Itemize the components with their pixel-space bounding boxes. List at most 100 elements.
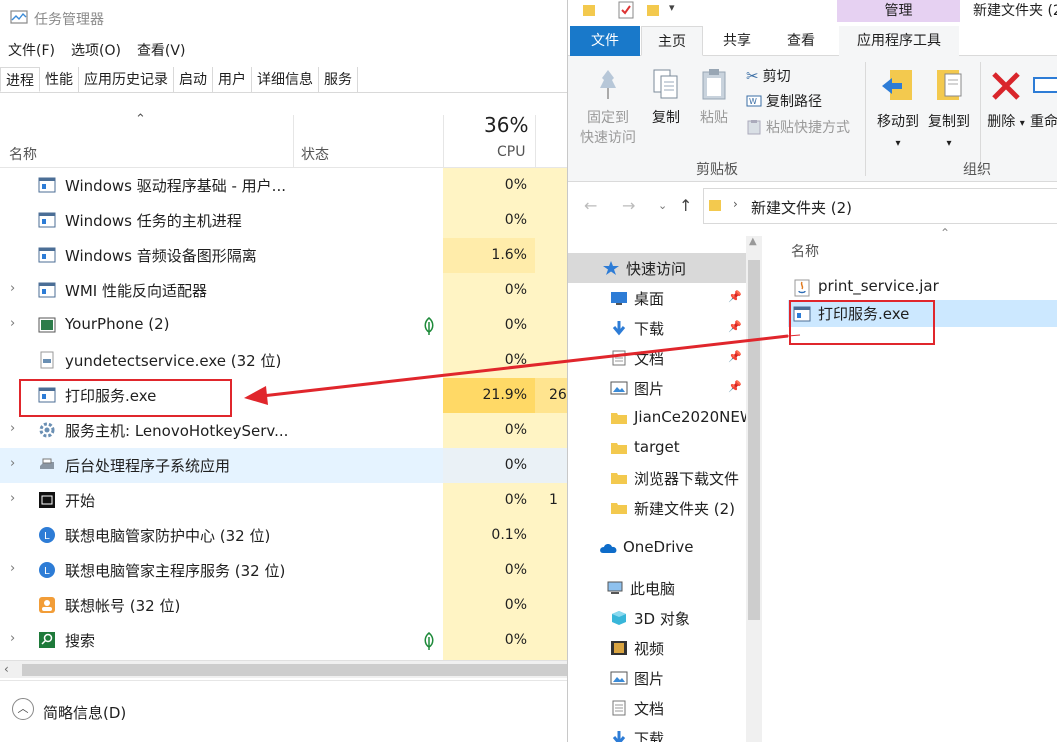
rename-button[interactable]: 重命 (1030, 66, 1057, 132)
tab-application-tools[interactable]: 应用程序工具 (839, 26, 959, 56)
nav-item[interactable]: target (568, 433, 746, 463)
copy-label: 复制 (652, 110, 680, 126)
breadcrumb-chevron-icon[interactable]: › (733, 197, 738, 211)
tab-startup[interactable]: 启动 (174, 67, 213, 92)
paste-shortcut-label: 粘贴快捷方式 (766, 120, 850, 136)
forward-arrow-icon[interactable]: → (622, 196, 635, 215)
paste-shortcut-button[interactable]: 粘贴快捷方式 (746, 117, 850, 137)
tab-users[interactable]: 用户 (213, 67, 252, 92)
paste-button[interactable]: 粘贴 (692, 66, 736, 128)
column-name-header[interactable]: 名称 (791, 241, 819, 261)
tab-share[interactable]: 共享 (708, 26, 766, 56)
nav-item[interactable]: 图片 (568, 663, 746, 693)
tab-view[interactable]: 查看 (772, 26, 830, 56)
chevron-right-icon[interactable]: › (10, 561, 15, 576)
column-divider[interactable] (293, 115, 294, 167)
recent-locations-icon[interactable]: ⌄ (658, 199, 667, 212)
nav-item[interactable]: 文档 📌 (568, 343, 746, 373)
file-item[interactable]: print_service.jar (788, 274, 1057, 301)
nav-item[interactable]: 视频 (568, 633, 746, 663)
column-name-header[interactable]: 名称 (9, 144, 37, 164)
scroll-left-icon[interactable]: ‹ (4, 662, 9, 676)
chevron-right-icon[interactable]: › (10, 316, 15, 331)
process-row[interactable]: › 后台处理程序子系统应用 0% (0, 448, 572, 483)
manage-context-tab[interactable]: 管理 (837, 0, 960, 22)
window-title: 新建文件夹 (2) (973, 3, 1057, 19)
copy-button[interactable]: 复制 (644, 66, 688, 128)
nav-pane-scrollbar[interactable]: ▲ (746, 236, 762, 742)
nav-item[interactable]: 下载 📌 (568, 313, 746, 343)
tab-performance[interactable]: 性能 (40, 67, 79, 92)
pin-icon: 📌 (728, 320, 742, 333)
nav-item[interactable]: 新建文件夹 (2) (568, 493, 746, 523)
column-cpu-header[interactable]: CPU (497, 144, 525, 160)
chevron-right-icon[interactable]: › (10, 456, 15, 471)
copy-path-button[interactable]: W 复制路径 (746, 91, 822, 111)
nav-item[interactable]: 文档 (568, 693, 746, 723)
menu-file[interactable]: 文件(F) (0, 40, 63, 62)
fewer-details-button[interactable]: 简略信息(D) (43, 702, 126, 723)
process-row[interactable]: Windows 驱动程序基础 - 用户... 0% (0, 168, 572, 203)
column-status-header[interactable]: 状态 (301, 144, 329, 164)
nav-item[interactable]: JianCe2020NEW (568, 403, 746, 433)
tab-services[interactable]: 服务 (319, 67, 358, 92)
chevron-up-circle-icon[interactable]: ︿ (12, 698, 34, 720)
chevron-right-icon[interactable]: › (10, 421, 15, 436)
nav-item[interactable]: 桌面 📌 (568, 283, 746, 313)
column-divider[interactable] (535, 115, 536, 167)
tab-file[interactable]: 文件 (570, 26, 640, 56)
properties-icon[interactable] (618, 1, 634, 19)
menu-options[interactable]: 选项(O) (63, 40, 129, 62)
process-row[interactable]: Windows 任务的主机进程 0% (0, 203, 572, 238)
back-arrow-icon[interactable]: ← (584, 196, 597, 215)
copy-to-button[interactable]: 复制到 ▾ (924, 66, 974, 154)
process-row[interactable]: L 联想电脑管家防护中心 (32 位) 0.1% (0, 518, 572, 553)
customize-qat-icon[interactable]: ▾ (669, 1, 675, 14)
address-text[interactable]: 新建文件夹 (2) (751, 197, 852, 218)
process-row[interactable]: › WMI 性能反向适配器 0% (0, 273, 572, 308)
nav-item[interactable]: OneDrive (568, 533, 746, 563)
search-icon (38, 631, 56, 649)
process-row[interactable]: › 服务主机: LenovoHotkeyServ... 0% (0, 413, 572, 448)
process-row[interactable]: 联想帐号 (32 位) 0% (0, 588, 572, 623)
nav-item[interactable]: 图片 📌 (568, 373, 746, 403)
nav-item[interactable]: 此电脑 (568, 573, 746, 603)
move-to-button[interactable]: 移动到 ▾ (873, 66, 923, 154)
cut-label: 剪切 (762, 69, 791, 85)
pin-quick-access-button[interactable]: 固定到 快速访问 (574, 66, 642, 148)
nav-item[interactable]: 3D 对象 (568, 603, 746, 633)
tab-processes[interactable]: 进程 (0, 67, 40, 92)
process-cpu: 0% (504, 212, 527, 228)
nav-item-label: 图片 (634, 670, 665, 688)
horizontal-scrollbar[interactable]: ‹ (0, 660, 572, 678)
menu-view[interactable]: 查看(V) (129, 40, 194, 62)
chevron-right-icon[interactable]: › (10, 491, 15, 506)
chevron-right-icon[interactable]: › (10, 281, 15, 296)
up-arrow-icon[interactable]: ↑ (679, 196, 692, 215)
star-icon (602, 260, 620, 276)
process-row[interactable]: › 搜索 0% (0, 623, 572, 658)
process-row[interactable]: Windows 音频设备图形隔离 1.6% (0, 238, 572, 273)
chevron-right-icon[interactable]: › (10, 631, 15, 646)
nav-item[interactable]: 快速访问 (568, 253, 746, 283)
scrollbar-thumb[interactable] (22, 664, 568, 676)
pin-quick-access-label-2: 快速访问 (580, 130, 636, 146)
picture-icon (610, 380, 628, 396)
tab-details[interactable]: 详细信息 (252, 67, 319, 92)
scrollbar-thumb[interactable] (748, 260, 760, 620)
column-divider[interactable] (443, 115, 444, 167)
cut-button[interactable]: ✂ 剪切 (746, 66, 791, 86)
nav-item[interactable]: 下载 (568, 723, 746, 742)
scroll-up-icon[interactable]: ▲ (749, 236, 757, 247)
tab-app-history[interactable]: 应用历史记录 (79, 67, 174, 92)
new-folder-icon[interactable] (646, 2, 660, 18)
process-row[interactable]: › L 联想电脑管家主程序服务 (32 位) 0% (0, 553, 572, 588)
process-row[interactable]: › 开始 0% 1 (0, 483, 572, 518)
process-row[interactable]: › YourPhone (2) 0% (0, 308, 572, 343)
process-row[interactable]: yundetectservice.exe (32 位) 0% (0, 343, 572, 378)
tab-home[interactable]: 主页 (641, 26, 703, 56)
delete-button[interactable]: 删除 ▾ (984, 66, 1028, 134)
folder-icon[interactable] (582, 2, 596, 18)
nav-item[interactable]: 浏览器下载文件 (568, 463, 746, 493)
folder-icon (610, 440, 628, 456)
